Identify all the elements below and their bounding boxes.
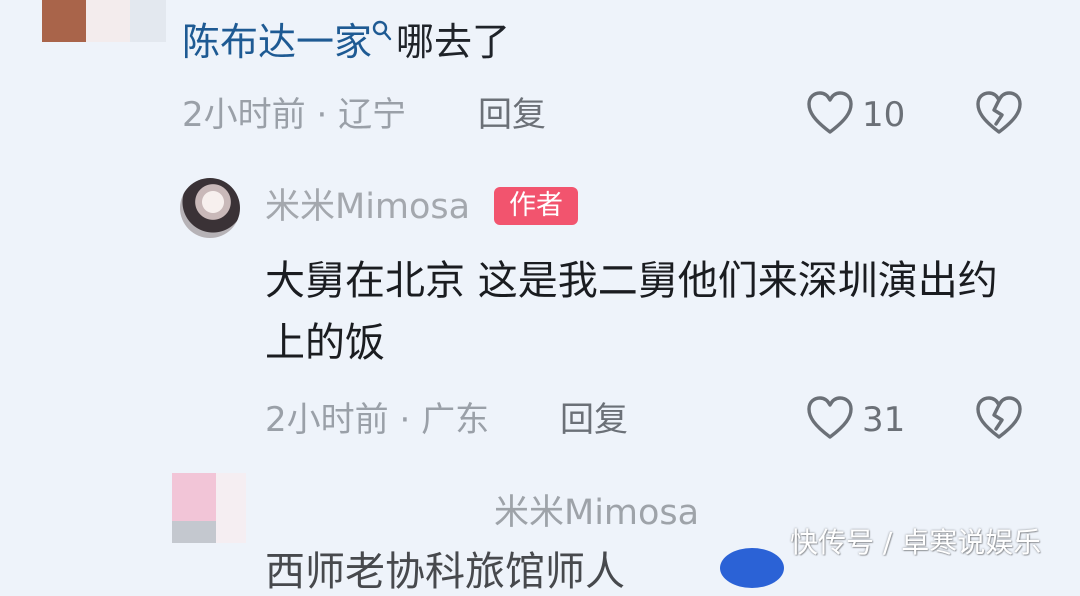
comment-location: 广东	[421, 400, 490, 440]
watermark: 快传号 / 卓寒说娱乐	[790, 526, 1042, 559]
like-count: 10	[862, 95, 906, 135]
username[interactable]: 米米Mimosa	[265, 186, 470, 228]
comment-location: 辽宁	[338, 95, 407, 135]
broken-heart-icon	[976, 396, 1022, 439]
reply-button[interactable]: 回复	[478, 95, 546, 135]
comment-time: 2小时前	[265, 400, 389, 440]
comment-text-tail: 哪去了	[396, 20, 511, 64]
comment-text: 西师老协科旅馆师人	[265, 549, 625, 595]
avatar-image-part	[42, 0, 86, 42]
reply-button[interactable]: 回复	[560, 400, 628, 440]
comment-text: 大舅在北京 这是我二舅他们来深圳演出约上的饭	[265, 258, 998, 366]
avatar-image-part	[216, 473, 246, 543]
broken-heart-icon	[976, 91, 1022, 134]
avatar-image-part	[86, 0, 130, 42]
search-icon[interactable]	[372, 20, 392, 42]
avatar[interactable]	[720, 548, 784, 588]
comment-time: 2小时前	[182, 95, 306, 135]
like-button[interactable]	[806, 90, 854, 136]
comment-meta: 2小时前 · 广东	[265, 400, 489, 440]
heart-icon	[807, 396, 853, 439]
avatar[interactable]	[42, 0, 166, 42]
like-button[interactable]	[806, 395, 854, 441]
meta-separator: ·	[316, 95, 328, 135]
author-badge: 作者	[494, 187, 578, 225]
comment-text: 陈布达一家 哪去了	[182, 16, 510, 68]
heart-icon	[807, 91, 853, 134]
dislike-button[interactable]	[975, 90, 1023, 136]
avatar-image-part	[172, 521, 216, 543]
avatar[interactable]	[172, 473, 216, 543]
avatar[interactable]	[180, 178, 240, 238]
mention-link[interactable]: 陈布达一家	[182, 20, 372, 64]
avatar-image-part	[130, 0, 166, 42]
meta-separator: ·	[399, 400, 411, 440]
dislike-button[interactable]	[975, 395, 1023, 441]
username[interactable]: 米米Mimosa	[494, 492, 699, 534]
comment-meta: 2小时前 · 辽宁	[182, 95, 406, 135]
like-count: 31	[862, 400, 906, 440]
